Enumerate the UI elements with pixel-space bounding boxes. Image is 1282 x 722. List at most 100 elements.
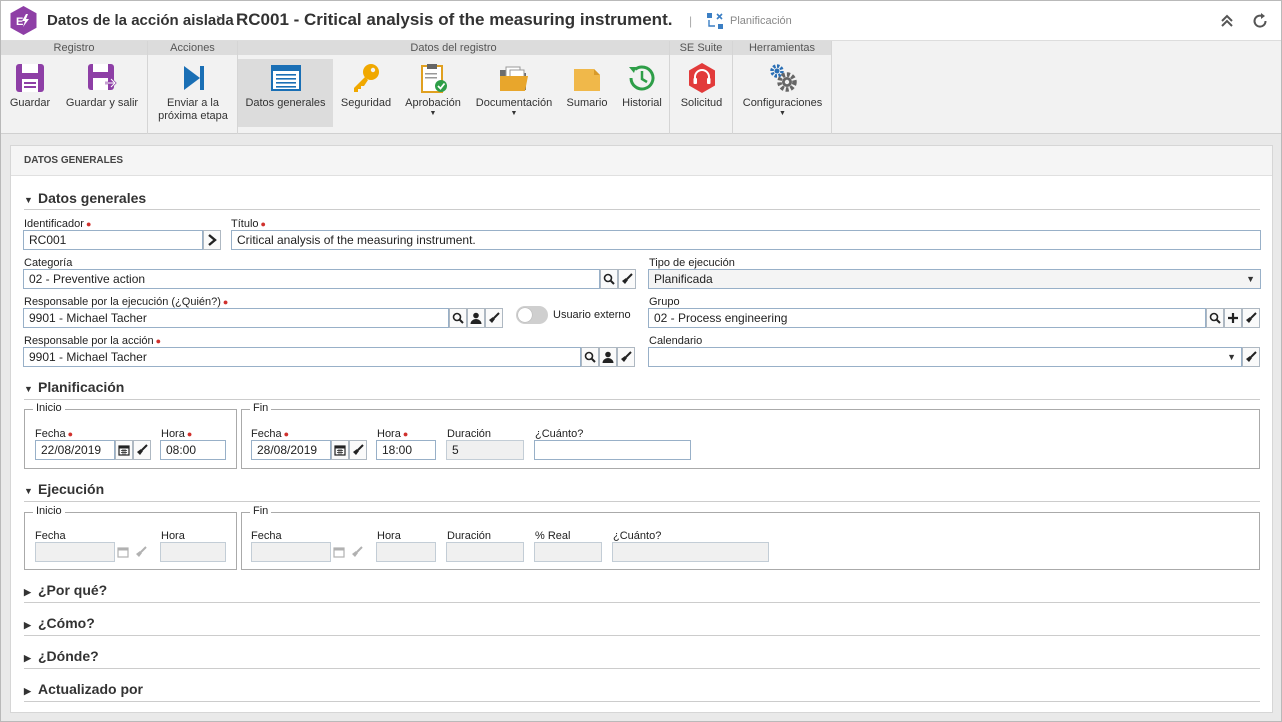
panel-header: DATOS GENERALES <box>11 146 1272 176</box>
security-button[interactable]: Seguridad <box>337 59 395 127</box>
collapse-up-icon[interactable] <box>1217 11 1237 31</box>
send-next-stage-button[interactable]: Enviar a la próxima etapa <box>152 59 234 127</box>
external-user-toggle[interactable] <box>516 306 548 324</box>
section-datos-generales[interactable]: ▼ Datos generales <box>24 188 146 208</box>
execution-start-date-input <box>35 542 115 562</box>
external-user-label: Usuario externo <box>553 309 631 321</box>
planning-end-calendar-button[interactable] <box>331 440 349 460</box>
settings-button[interactable]: Configuraciones ▼ <box>737 59 828 127</box>
save-exit-label: Guardar y salir <box>65 97 139 109</box>
general-data-panel: DATOS GENERALES ▼ Datos generales Identif… <box>10 145 1273 713</box>
collapsed-triangle-icon: ▶ <box>24 686 31 696</box>
planning-end-time-input[interactable]: 18:00 <box>376 440 436 460</box>
section-planificacion[interactable]: ▼ Planificación <box>24 377 124 397</box>
clipboard-check-icon <box>421 64 447 93</box>
select-arrow-icon: ▼ <box>1227 352 1236 362</box>
planning-how-much-input[interactable] <box>534 440 691 460</box>
section-por-que[interactable]: ▶ ¿Por qué? <box>24 580 107 600</box>
section-ejecucion[interactable]: ▼ Ejecución <box>24 479 104 499</box>
required-icon: ● <box>222 297 229 307</box>
summary-button[interactable]: Sumario <box>561 59 613 127</box>
execution-end-time-input <box>376 542 436 562</box>
action-owner-clear-button[interactable] <box>617 347 635 367</box>
calendar-icon <box>117 547 129 558</box>
planning-start-time-input[interactable]: 08:00 <box>160 440 226 460</box>
identifier-next-button[interactable] <box>203 230 221 250</box>
planning-start-calendar-button[interactable] <box>115 440 133 460</box>
search-icon <box>1209 312 1221 324</box>
select-arrow-icon: ▼ <box>1246 274 1255 284</box>
action-owner-search-button[interactable] <box>581 347 599 367</box>
calendar-icon <box>118 445 130 456</box>
eraser-brush-icon <box>622 273 633 284</box>
planning-end-clear-button[interactable] <box>349 440 367 460</box>
planning-end-date-input[interactable]: 28/08/2019 <box>251 440 331 460</box>
action-owner-input[interactable]: 9901 - Michael Tacher <box>23 347 581 367</box>
page-title: RC001 - Critical analysis of the measuri… <box>236 10 673 29</box>
documentation-label: Documentación <box>475 97 553 109</box>
general-data-button[interactable]: Datos generales <box>238 59 333 127</box>
execution-type-label: Tipo de ejecución <box>649 257 735 269</box>
ribbon-group-label: Registro <box>1 41 147 55</box>
save-button[interactable]: Guardar <box>5 59 55 127</box>
chevron-right-icon <box>208 234 217 246</box>
section-divider <box>24 635 1260 636</box>
group-add-button[interactable] <box>1224 308 1242 328</box>
history-button[interactable]: Historial <box>617 59 667 127</box>
planning-start-date-input[interactable]: 22/08/2019 <box>35 440 115 460</box>
category-clear-button[interactable] <box>618 269 636 289</box>
group-clear-button[interactable] <box>1242 308 1260 328</box>
section-como[interactable]: ▶ ¿Cómo? <box>24 613 95 633</box>
executor-input[interactable]: 9901 - Michael Tacher <box>23 308 449 328</box>
save-and-exit-button[interactable]: Guardar y salir <box>61 59 143 127</box>
calendar-clear-button[interactable] <box>1242 347 1260 367</box>
eraser-brush-icon <box>136 546 147 557</box>
gears-icon <box>769 64 797 92</box>
refresh-icon[interactable] <box>1250 11 1270 31</box>
collapsed-triangle-icon: ▶ <box>24 587 31 597</box>
ribbon-toolbar: Registro Guardar Guardar y salir Accione… <box>1 41 1281 134</box>
approval-label: Aprobación <box>405 97 461 109</box>
title-label: Título ● <box>231 218 266 230</box>
breadcrumb-separator-icon: › <box>216 10 222 27</box>
executor-user-button[interactable] <box>467 308 485 328</box>
breadcrumb[interactable]: Datos de la acción aislada <box>47 12 234 29</box>
title-input[interactable]: Critical analysis of the measuring instr… <box>231 230 1261 250</box>
ribbon-group-herramientas: Herramientas Configuraciones ▼ <box>733 41 832 134</box>
request-button[interactable]: Solicitud <box>674 59 729 127</box>
executor-label: Responsable por la ejecución (¿Quién?) ● <box>24 296 229 308</box>
section-donde[interactable]: ▶ ¿Dónde? <box>24 646 99 666</box>
execution-type-select[interactable]: Planificada ▼ <box>648 269 1261 289</box>
planning-duration-label: Duración <box>447 428 492 440</box>
section-title: ¿Por qué? <box>38 582 108 598</box>
security-label: Seguridad <box>340 97 392 109</box>
category-search-button[interactable] <box>600 269 618 289</box>
calendar-select[interactable]: ▼ <box>648 347 1242 367</box>
identifier-input[interactable]: RC001 <box>23 230 203 250</box>
documentation-button[interactable]: Documentación ▼ <box>471 59 557 127</box>
title-divider: | <box>689 14 693 28</box>
group-search-button[interactable] <box>1206 308 1224 328</box>
fieldset-legend: Inicio <box>33 505 65 517</box>
approval-button[interactable]: Aprobación ▼ <box>401 59 465 127</box>
support-headset-icon <box>688 63 715 93</box>
execution-duration-input <box>446 542 524 562</box>
ribbon-group-datos-registro: Datos del registro Datos generales Segur… <box>238 41 670 134</box>
search-icon <box>452 312 464 324</box>
folder-documents-icon <box>500 66 528 91</box>
execution-real-input <box>534 542 602 562</box>
execution-start-time-input <box>160 542 226 562</box>
app-logo-icon: E <box>10 6 37 35</box>
executor-search-button[interactable] <box>449 308 467 328</box>
fieldset-legend: Fin <box>250 402 272 414</box>
group-input[interactable]: 02 - Process engineering <box>648 308 1206 328</box>
planning-start-clear-button[interactable] <box>133 440 151 460</box>
section-divider <box>24 399 1260 400</box>
section-title: ¿Cómo? <box>38 615 95 631</box>
history-clock-icon <box>629 65 655 91</box>
ribbon-group-acciones: Acciones Enviar a la próxima etapa <box>148 41 238 134</box>
action-owner-user-button[interactable] <box>599 347 617 367</box>
category-input[interactable]: 02 - Preventive action <box>23 269 600 289</box>
section-actualizado-por[interactable]: ▶ Actualizado por <box>24 679 143 699</box>
executor-clear-button[interactable] <box>485 308 503 328</box>
